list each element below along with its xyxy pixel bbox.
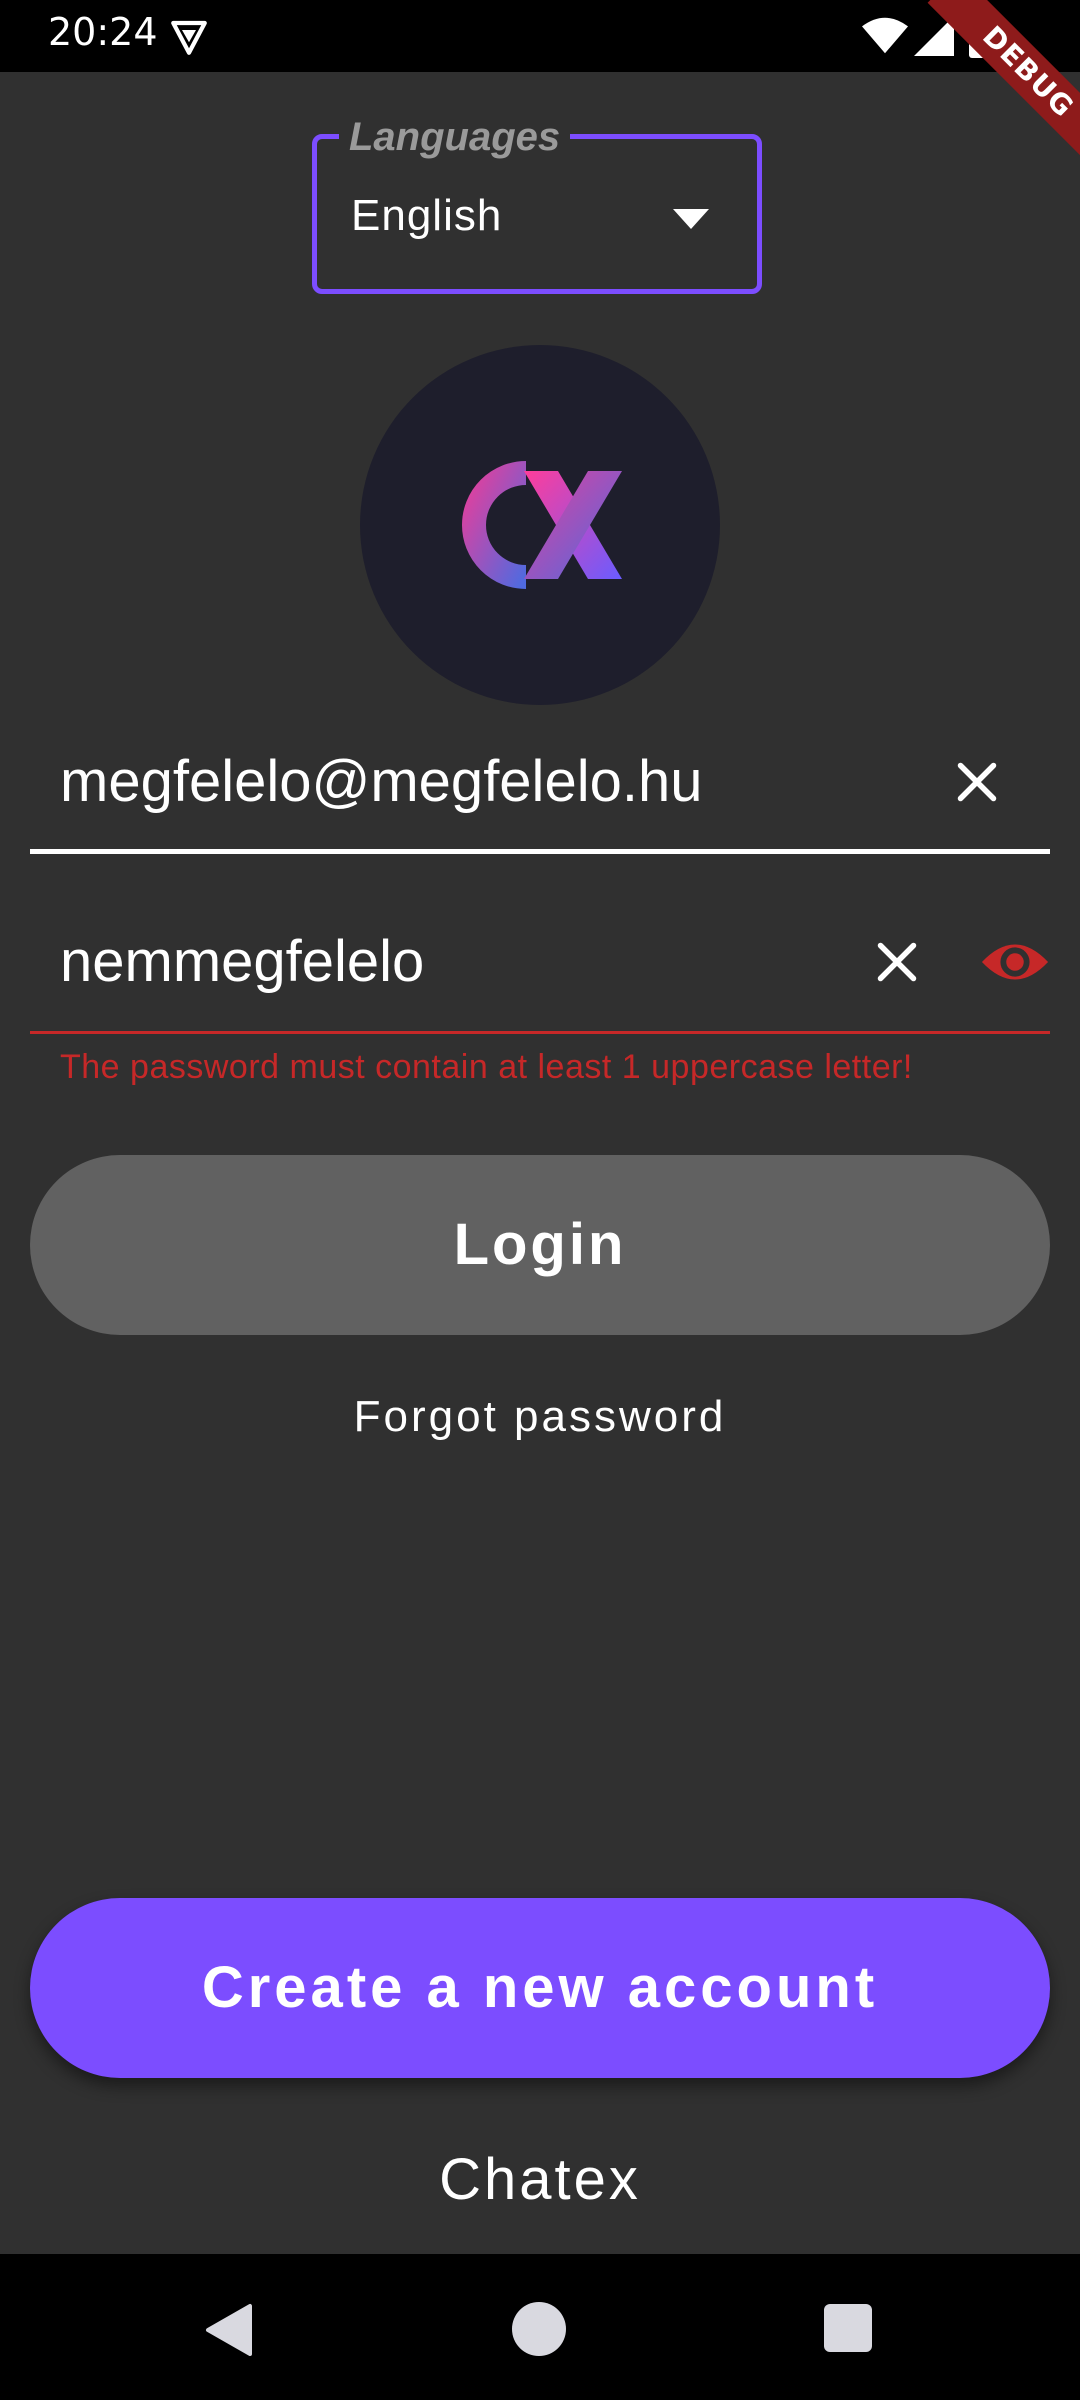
email-field[interactable]: megfelelo@megfelelo.hu xyxy=(30,720,1050,854)
app-logo xyxy=(360,345,720,705)
email-input[interactable]: megfelelo@megfelelo.hu xyxy=(60,748,702,815)
status-time: 20:24 xyxy=(48,10,158,54)
password-input[interactable]: nemmegfelelo xyxy=(60,928,424,995)
cx-logo-icon xyxy=(462,461,622,589)
debug-banner: DEBUG xyxy=(880,0,1080,200)
vpn-icon xyxy=(171,20,207,55)
language-selected-value: English xyxy=(351,191,503,240)
recents-icon[interactable] xyxy=(824,2304,872,2352)
password-error-text: The password must contain at least 1 upp… xyxy=(60,1048,913,1086)
home-icon[interactable] xyxy=(512,2302,566,2356)
dropdown-arrow-icon xyxy=(673,209,709,229)
visibility-icon[interactable] xyxy=(980,934,1050,990)
app-name-label: Chatex xyxy=(439,2147,641,2212)
forgot-password-link[interactable]: Forgot password xyxy=(0,1392,1080,1442)
login-button[interactable]: Login xyxy=(30,1155,1050,1335)
debug-banner-label: DEBUG xyxy=(927,0,1080,173)
create-account-button[interactable]: Create a new account xyxy=(30,1898,1050,2078)
language-dropdown-label: Languages xyxy=(339,115,571,159)
clear-password-icon[interactable] xyxy=(875,940,919,984)
back-icon[interactable] xyxy=(202,2302,254,2358)
language-dropdown[interactable]: Languages English xyxy=(312,115,762,294)
navigation-bar xyxy=(0,2254,1080,2400)
password-field[interactable]: nemmegfelelo xyxy=(30,900,1050,1034)
clear-email-icon[interactable] xyxy=(955,760,999,804)
